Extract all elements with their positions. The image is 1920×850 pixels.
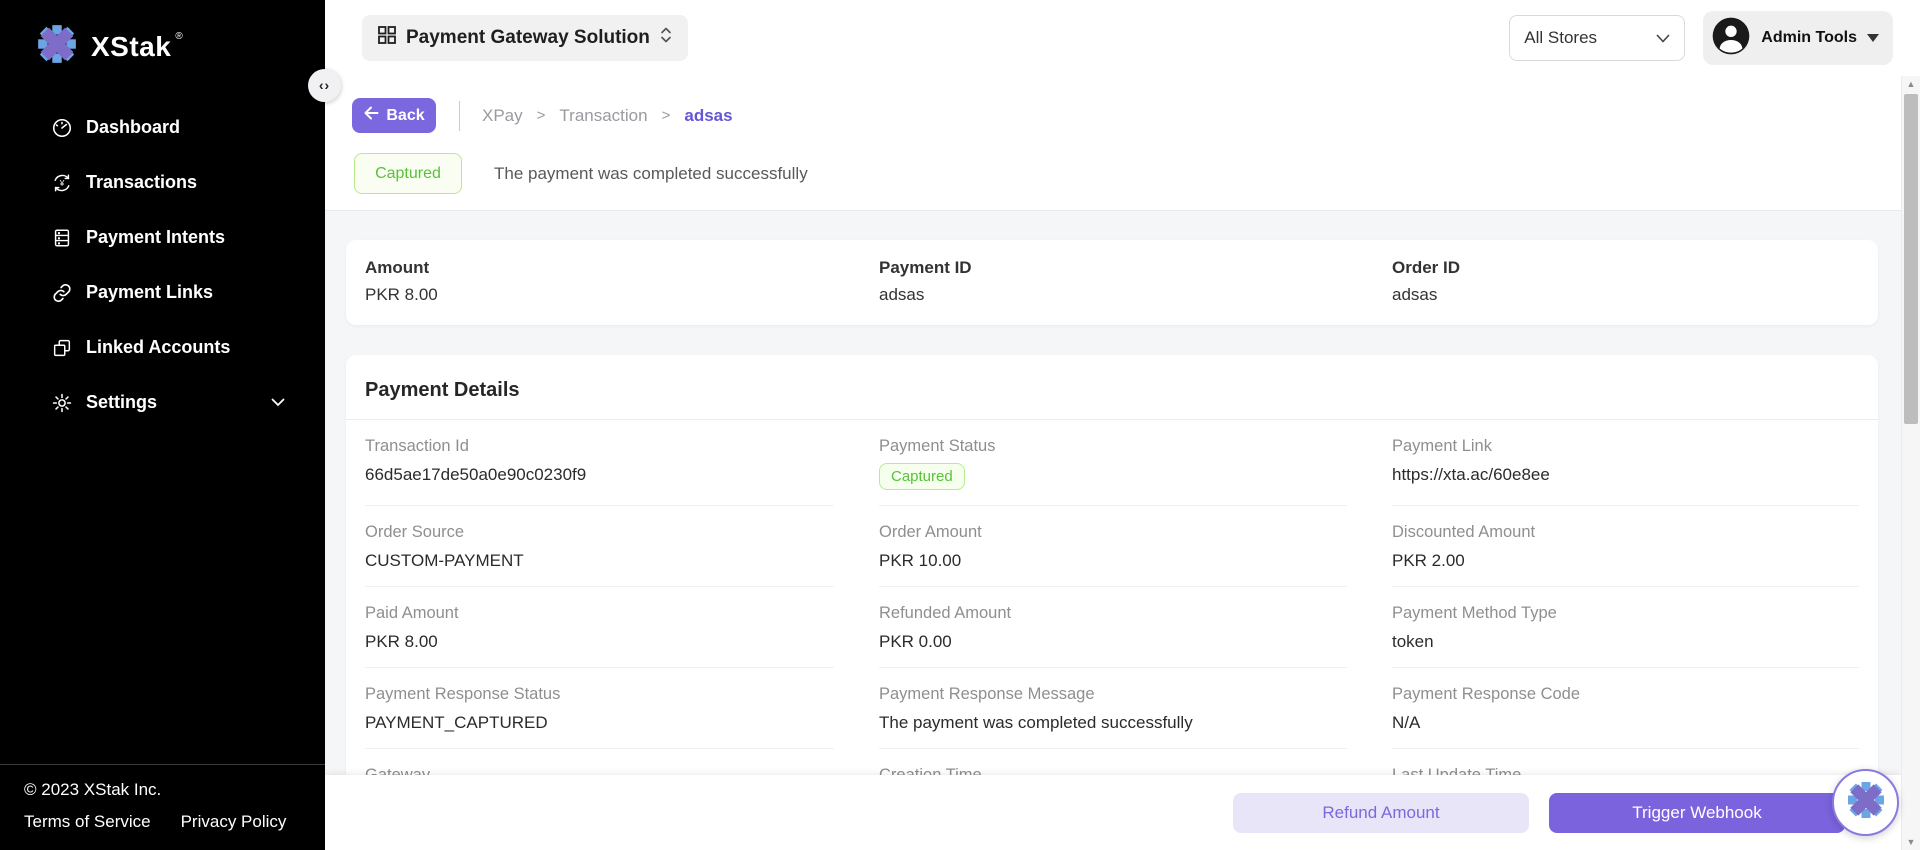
breadcrumb: Back XPay > Transaction > adsas (352, 98, 733, 133)
terms-of-service-link[interactable]: Terms of Service (24, 812, 151, 832)
summary-value: adsas (1392, 285, 1878, 305)
svg-text:¥: ¥ (59, 179, 65, 188)
summary-amount: Amount PKR 8.00 (365, 258, 879, 325)
payment-details-grid: Transaction Id 66d5ae17de50a0e90c0230f9 … (346, 420, 1878, 829)
field-payment-response-code: Payment Response Code N/A (1392, 668, 1859, 749)
brand-name: XStak (91, 31, 171, 63)
app-root: XStak ® Dashboard ¥ (0, 0, 1920, 850)
payment-status-badge: Captured (879, 463, 965, 490)
xstak-logo-icon (35, 22, 79, 71)
sidebar-item-label: Settings (86, 392, 157, 413)
app-selector-dropdown[interactable]: Payment Gateway Solution (362, 15, 688, 61)
summary-value: adsas (879, 285, 1392, 305)
payment-details-title: Payment Details (346, 355, 1878, 420)
user-menu-label: Admin Tools (1761, 29, 1857, 47)
breadcrumb-separator: > (662, 107, 671, 124)
sidebar-item-dashboard[interactable]: Dashboard (0, 100, 325, 155)
summary-label: Payment ID (879, 258, 1392, 278)
user-menu[interactable]: Admin Tools (1703, 11, 1893, 65)
vertical-scrollbar[interactable]: ▲ ▼ (1901, 76, 1920, 850)
trigger-webhook-button[interactable]: Trigger Webhook (1549, 793, 1845, 833)
refund-amount-button[interactable]: Refund Amount (1233, 793, 1529, 833)
updown-chevron-icon (660, 26, 672, 50)
sidebar-item-linked-accounts[interactable]: Linked Accounts (0, 320, 325, 375)
caret-down-icon (1867, 34, 1879, 42)
breadcrumb-section[interactable]: Transaction (559, 106, 647, 126)
payment-links-icon (51, 282, 73, 304)
field-refunded-amount: Refunded Amount PKR 0.00 (879, 587, 1347, 668)
summary-card: Amount PKR 8.00 Payment ID adsas Order I… (346, 240, 1878, 325)
field-payment-method-type: Payment Method Type token (1392, 587, 1859, 668)
field-paid-amount: Paid Amount PKR 8.00 (365, 587, 834, 668)
sidebar-nav: Dashboard ¥ Transactions (0, 100, 325, 430)
sidebar-item-label: Linked Accounts (86, 337, 230, 358)
field-order-amount: Order Amount PKR 10.00 (879, 506, 1347, 587)
payment-link-url[interactable]: https://xta.ac/60e8ee (1392, 465, 1859, 485)
brand-logo[interactable]: XStak ® (0, 0, 325, 76)
main-area: ‹› Payment Gateway Solution All (325, 0, 1920, 850)
page-header-band: Back XPay > Transaction > adsas Captured… (325, 76, 1901, 211)
status-banner: Captured The payment was completed succe… (354, 153, 808, 194)
sidebar-item-payment-links[interactable]: Payment Links (0, 265, 325, 320)
copyright-text: © 2023 XStak Inc. (24, 780, 301, 800)
gear-icon (51, 392, 73, 414)
field-payment-status: Payment Status Captured (879, 420, 1347, 506)
summary-label: Order ID (1392, 258, 1878, 278)
sidebar: XStak ® Dashboard ¥ (0, 0, 325, 850)
chevron-down-icon (271, 394, 285, 412)
back-label: Back (386, 107, 424, 125)
breadcrumb-root[interactable]: XPay (482, 106, 523, 126)
back-button[interactable]: Back (352, 98, 436, 133)
sidebar-item-label: Transactions (86, 172, 197, 193)
field-payment-response-status: Payment Response Status PAYMENT_CAPTURED (365, 668, 834, 749)
scroll-up-arrow-icon[interactable]: ▲ (1902, 76, 1920, 92)
breadcrumb-separator: > (537, 107, 546, 124)
store-filter-select[interactable]: All Stores (1509, 15, 1685, 61)
sidebar-item-label: Payment Intents (86, 227, 225, 248)
sidebar-collapse-toggle[interactable]: ‹› (308, 69, 341, 102)
sidebar-item-transactions[interactable]: ¥ Transactions (0, 155, 325, 210)
sidebar-item-label: Dashboard (86, 117, 180, 138)
sidebar-item-settings[interactable]: Settings (0, 375, 325, 430)
field-transaction-id: Transaction Id 66d5ae17de50a0e90c0230f9 (365, 420, 834, 506)
payment-intents-icon (51, 227, 73, 249)
field-payment-response-message: Payment Response Message The payment was… (879, 668, 1347, 749)
arrow-left-icon (363, 106, 379, 125)
summary-order-id: Order ID adsas (1392, 258, 1878, 325)
action-bar: Refund Amount Trigger Webhook (325, 775, 1901, 850)
field-discounted-amount: Discounted Amount PKR 2.00 (1392, 506, 1859, 587)
summary-label: Amount (365, 258, 879, 278)
field-order-source: Order Source CUSTOM-PAYMENT (365, 506, 834, 587)
breadcrumb-current: adsas (684, 106, 732, 126)
sidebar-item-payment-intents[interactable]: Payment Intents (0, 210, 325, 265)
transactions-icon: ¥ (51, 172, 73, 194)
content-scroll-area: Back XPay > Transaction > adsas Captured… (325, 76, 1901, 850)
app-selector-label: Payment Gateway Solution (406, 27, 650, 49)
sidebar-item-label: Payment Links (86, 282, 213, 303)
sidebar-footer: © 2023 XStak Inc. Terms of Service Priva… (0, 764, 325, 850)
grid-icon (378, 26, 396, 50)
store-filter-value: All Stores (1524, 28, 1597, 48)
privacy-policy-link[interactable]: Privacy Policy (181, 812, 287, 832)
registered-mark: ® (175, 31, 182, 42)
scroll-down-arrow-icon[interactable]: ▼ (1902, 834, 1920, 850)
breadcrumb-divider (459, 101, 460, 131)
xstak-logo-icon (1845, 779, 1887, 826)
floating-brand-button[interactable] (1832, 769, 1899, 836)
status-badge: Captured (354, 153, 462, 194)
summary-value: PKR 8.00 (365, 285, 879, 305)
linked-accounts-icon (51, 337, 73, 359)
field-payment-link: Payment Link https://xta.ac/60e8ee (1392, 420, 1859, 506)
avatar (1711, 16, 1751, 61)
scrollbar-thumb[interactable] (1904, 94, 1918, 424)
chevron-down-icon (1656, 28, 1670, 48)
summary-payment-id: Payment ID adsas (879, 258, 1392, 325)
topbar: Payment Gateway Solution All Stores (325, 0, 1920, 76)
status-message: The payment was completed successfully (494, 164, 808, 184)
dashboard-icon (51, 117, 73, 139)
